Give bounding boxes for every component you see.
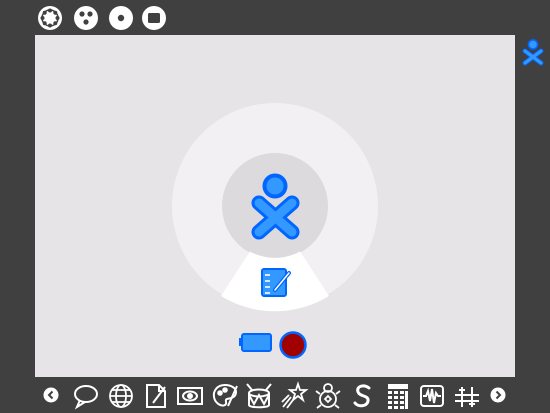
arrow-right-icon[interactable]: [490, 387, 506, 403]
zoom-groups-icon[interactable]: [73, 5, 99, 31]
record-activity-icon[interactable]: [175, 381, 205, 411]
battery-icon[interactable]: [239, 333, 272, 352]
record-icon[interactable]: [279, 331, 307, 359]
memorize-icon[interactable]: [313, 381, 343, 411]
chat-icon[interactable]: [71, 381, 101, 411]
tamtam-icon[interactable]: [279, 381, 309, 411]
etoys-icon[interactable]: [452, 381, 482, 411]
drum-icon[interactable]: [244, 381, 274, 411]
write-icon[interactable]: [141, 381, 171, 411]
arrow-left-icon[interactable]: [43, 387, 59, 403]
zoom-activity-icon[interactable]: [141, 5, 167, 31]
paint-icon[interactable]: [210, 381, 240, 411]
calculate-icon[interactable]: [383, 381, 413, 411]
home-view: [35, 35, 515, 377]
measure-icon[interactable]: [417, 381, 447, 411]
browse-icon[interactable]: [106, 381, 136, 411]
zoom-neighborhood-icon[interactable]: [37, 5, 63, 31]
journal-icon[interactable]: [261, 268, 291, 297]
xo-buddy-icon[interactable]: [520, 38, 546, 66]
center-disc: [222, 153, 328, 259]
zoom-home-icon[interactable]: [108, 5, 134, 31]
frame-right-bar: [515, 35, 550, 377]
turtle-art-icon[interactable]: [348, 381, 378, 411]
